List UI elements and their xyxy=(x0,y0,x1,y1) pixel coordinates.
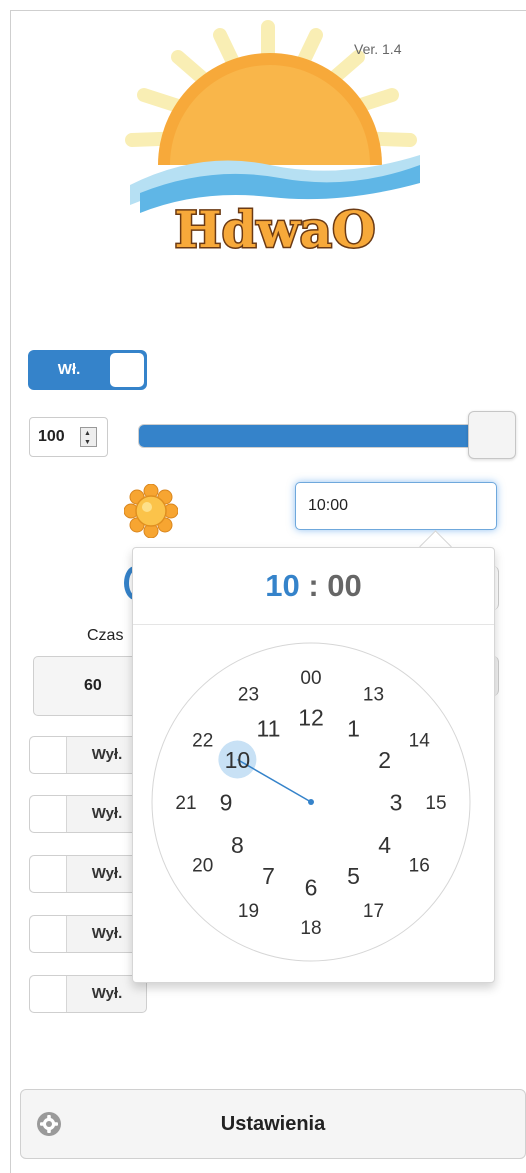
clock-outer-hour[interactable]: 13 xyxy=(363,685,384,706)
clock-inner-hour[interactable]: 3 xyxy=(390,789,403,815)
toggle-knob xyxy=(30,796,67,832)
clock-inner-hour[interactable]: 12 xyxy=(298,704,324,730)
clock-minute-display[interactable]: 00 xyxy=(327,568,361,603)
clock-inner-hour[interactable]: 5 xyxy=(347,863,360,889)
switch-4[interactable]: Wył. xyxy=(29,915,147,953)
clock-outer-hour[interactable]: 20 xyxy=(192,855,213,876)
switch-2[interactable]: Wył. xyxy=(29,795,147,833)
switch-1[interactable]: Wył. xyxy=(29,736,147,774)
clock-outer-hour[interactable]: 18 xyxy=(300,918,321,939)
slider-fill xyxy=(139,425,477,447)
toggle-knob xyxy=(30,856,67,892)
spin-down-icon[interactable]: ▼ xyxy=(84,439,91,446)
clock-inner-hour[interactable]: 7 xyxy=(262,863,275,889)
toggle-knob xyxy=(30,737,67,773)
clock-outer-hour[interactable]: 21 xyxy=(175,793,196,814)
power-toggle-label: Wł. xyxy=(57,361,81,378)
timer-value: 60 xyxy=(84,677,102,694)
power-toggle[interactable]: Wł. xyxy=(28,350,147,390)
time-input[interactable]: 10:00 xyxy=(295,482,497,530)
clock-outer-hour[interactable]: 00 xyxy=(300,668,321,689)
clock-hour-display[interactable]: 10 xyxy=(265,568,299,603)
clock-inner-hour[interactable]: 10 xyxy=(225,747,251,773)
switch-3[interactable]: Wył. xyxy=(29,855,147,893)
timer-label: Czas xyxy=(87,627,124,644)
brightness-value: 100 xyxy=(38,428,65,445)
clock-outer-hour[interactable]: 23 xyxy=(238,685,259,706)
toggle-knob xyxy=(30,976,67,1012)
clock-inner-hour[interactable]: 6 xyxy=(305,874,318,900)
clock-outer-hour[interactable]: 15 xyxy=(425,793,446,814)
timer-value-box[interactable]: 60 xyxy=(33,656,143,716)
number-spinner[interactable]: ▲ ▼ xyxy=(80,427,97,447)
brightness-slider[interactable] xyxy=(138,424,488,448)
clock-outer-hour[interactable]: 17 xyxy=(363,901,384,922)
brightness-number-input[interactable]: 100 ▲ ▼ xyxy=(29,417,108,457)
settings-button[interactable]: Ustawienia xyxy=(20,1089,526,1159)
clock-separator: : xyxy=(308,568,319,603)
clock-outer-hour[interactable]: 14 xyxy=(409,730,431,751)
toggle-knob xyxy=(110,353,144,387)
switch-5[interactable]: Wył. xyxy=(29,975,147,1013)
clock-outer-hour[interactable]: 16 xyxy=(409,855,430,876)
clock-inner-hour[interactable]: 9 xyxy=(220,789,233,815)
logo-text: HdwaO xyxy=(174,200,375,259)
spin-up-icon[interactable]: ▲ xyxy=(84,430,91,437)
clock-inner-hour[interactable]: 4 xyxy=(378,832,391,858)
slider-handle[interactable] xyxy=(468,411,516,459)
clock-outer-hour[interactable]: 19 xyxy=(238,901,259,922)
clock-inner-hour[interactable]: 2 xyxy=(378,747,391,773)
version-label: Ver. 1.4 xyxy=(354,41,402,57)
toggle-knob xyxy=(30,916,67,952)
clock-inner-hour[interactable]: 11 xyxy=(257,716,281,742)
sun-icon xyxy=(124,484,178,538)
clockpicker-header: 10 : 00 xyxy=(133,548,494,625)
clock-outer-hour[interactable]: 22 xyxy=(192,730,213,751)
clock-inner-hour[interactable]: 8 xyxy=(231,832,244,858)
clock-inner-hour[interactable]: 1 xyxy=(347,716,360,742)
clock-center-dot xyxy=(308,799,314,805)
settings-label: Ustawienia xyxy=(220,1113,326,1135)
clock-dial[interactable]: 12 1234567891011001314151617181920212223 xyxy=(150,641,472,963)
